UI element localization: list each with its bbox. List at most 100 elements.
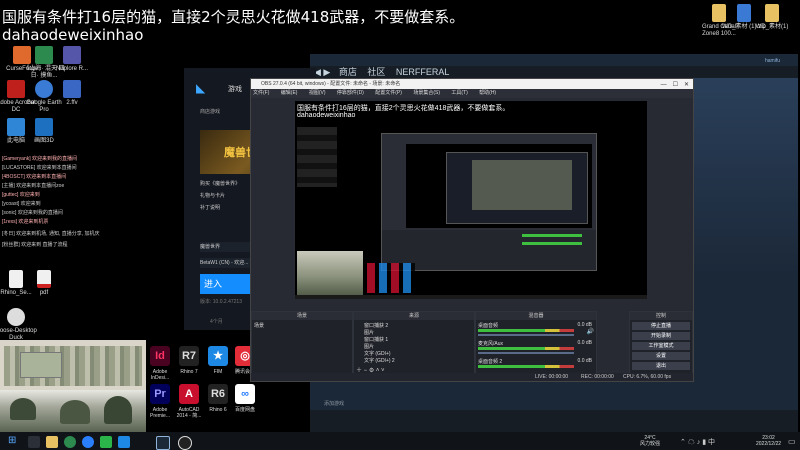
desktop-icon-pdf[interactable]: pdf — [22, 270, 66, 297]
obs-menu-edit[interactable]: 编辑(E) — [281, 90, 298, 96]
paint3d-icon — [35, 118, 53, 136]
obs-menu-view[interactable]: 视图(V) — [309, 90, 326, 96]
preview-desktop-icons — [297, 127, 337, 187]
preview-overlay-line2: dahaodeweixinhao — [297, 112, 356, 119]
mixer-slider[interactable] — [478, 334, 574, 336]
stop-streaming-button[interactable]: 停止直播 — [632, 322, 690, 330]
desktop-icon-2ffv[interactable]: 2.ffv — [50, 80, 94, 107]
app-tile-rhino6[interactable]: R6 Rhino 6 — [203, 384, 233, 413]
edge-icon[interactable] — [82, 436, 94, 448]
file-explorer-icon[interactable] — [46, 436, 58, 448]
source-item[interactable]: 图片 — [364, 343, 374, 350]
mixer-meter — [478, 329, 574, 332]
clock-date: 2022/12/22 — [756, 441, 782, 447]
launcher-sidebar-item[interactable]: 商店游戏 — [200, 108, 220, 115]
steam-back-icon[interactable]: ◀ ▶ — [314, 67, 330, 77]
mixer-channel-db: 0.0 dB — [577, 358, 592, 364]
store-icon[interactable] — [118, 436, 130, 448]
desktop-icon-goose[interactable]: Goose-Desktop Duck — [0, 308, 38, 342]
exit-button[interactable]: 退出 — [632, 362, 690, 370]
goose-icon — [7, 308, 25, 326]
premiere-icon: Pr — [150, 384, 170, 404]
desktop-icon-paint3d[interactable]: 画图3D — [22, 118, 66, 145]
launcher-gift-link[interactable]: 礼物与卡片 — [200, 192, 225, 199]
start-recording-button[interactable]: 开始录制 — [632, 332, 690, 340]
steam-nav-community[interactable]: 社区 — [367, 67, 385, 77]
chat-overlay: [Gameryank] 欢迎来到我的直播间 [LUCASTORE] 欢迎来到本直… — [0, 155, 150, 255]
obs-window-controls[interactable]: — ☐ ✕ — [661, 79, 689, 88]
app-tile-label: Rhino 7 — [180, 369, 198, 375]
rec-time: REC: 00:00:00 — [581, 374, 614, 380]
mixer-channel-name: 麦克风/Aux — [478, 341, 504, 347]
steam-nav-store[interactable]: 商店 — [339, 67, 357, 77]
steam-nav: ◀ ▶ 商店 社区 NERFFERAL — [310, 66, 798, 78]
source-item[interactable]: 文字 (GDI+) — [364, 350, 391, 357]
obs-preview[interactable]: 国服有条件打16层的猫，直接2个灵思火花做418武器，不要做套系。 dahaod… — [295, 101, 647, 299]
app-tile-indesign[interactable]: Id Adobe InDesi... — [145, 346, 175, 381]
app-tile-label: AutoCAD 2014 - 简... — [176, 407, 202, 419]
obs-window: OBS 27.0.4 (64 bit, windows) - 配置文件: 未命名… — [250, 78, 694, 382]
task-view-icon[interactable] — [28, 436, 40, 448]
obs-taskbar-icon[interactable] — [178, 436, 192, 450]
obs-menu-file[interactable]: 文件(F) — [253, 90, 269, 96]
app-tile-autocad[interactable]: A AutoCAD 2014 - 简... — [174, 384, 204, 419]
steam-library-gap — [310, 410, 798, 432]
obs-titlebar: OBS 27.0.4 (64 bit, windows) - 配置文件: 未命名… — [251, 79, 693, 89]
app-tile-rhino7[interactable]: R7 Rhino 7 — [174, 346, 204, 375]
chrome-icon[interactable] — [64, 436, 76, 448]
desktop-icon-wd-folder[interactable]: WD_素材(1) — [750, 4, 794, 31]
tray-icons[interactable]: ⌃ ☁ ♪ ▮ 中 — [680, 437, 715, 447]
source-item[interactable]: 窗口捕获 1 — [364, 336, 388, 343]
obs-mixer-panel: 混音器 桌面音频 0.0 dB 麦克风/Aux 0.0 dB 桌面音频 2 0.… — [475, 311, 597, 375]
obs-menu-profile[interactable]: 配置文件(P) — [375, 90, 402, 96]
controls-panel-title: 控制 — [630, 312, 692, 320]
indesign-icon: Id — [150, 346, 170, 366]
desktop-icon-label: 2.ffv — [66, 100, 78, 106]
obs-menu-tools[interactable]: 工具(T) — [451, 90, 467, 96]
launcher-patch-notes-link[interactable]: 补丁说明 — [200, 204, 220, 211]
app-tile-label: 百度网盘 — [234, 407, 255, 413]
wechat-icon[interactable] — [100, 436, 112, 448]
cloud-icon: ∞ — [235, 384, 255, 404]
source-item[interactable]: 窗口捕获 2 — [364, 322, 388, 329]
clock[interactable]: 23:02 2022/12/22 — [756, 435, 781, 447]
desktop-icon-label: 画图3D — [34, 138, 54, 144]
mixer-channel-db: 0.0 dB — [577, 340, 592, 346]
rhino-icon: R6 — [208, 384, 228, 404]
app-tile-premiere[interactable]: Pr Adobe Premie... — [145, 384, 175, 419]
steam-user[interactable]: hamifu — [765, 58, 780, 64]
folder-icon — [765, 4, 779, 22]
obs-menu-scene-collection[interactable]: 场景集合(S) — [413, 90, 440, 96]
obs-menu-help[interactable]: 帮助(H) — [479, 90, 496, 96]
source-item[interactable]: 文字 (GDI+) 2 — [364, 357, 395, 364]
app-tile-baidu-netdisk[interactable]: ∞ 百度网盘 — [230, 384, 260, 413]
studio-mode-button[interactable]: 工作室模式 — [632, 342, 690, 350]
chat-line: [4BOSCT] 欢迎来到本直播间 — [2, 174, 67, 180]
chat-line: [ycoast] 欢迎来到 — [2, 201, 41, 207]
preview-nested-obs — [381, 133, 597, 271]
desktop-icon-nuplore[interactable]: Nuplore R... — [50, 46, 94, 73]
launcher-footer: 4个月 — [210, 319, 223, 325]
launcher-purchase-link[interactable]: 购买《魔兽世界》 — [200, 180, 240, 187]
steam-add-game-link[interactable]: 添加游戏 — [324, 400, 344, 407]
chat-line: [1rexs] 欢迎来到机票 — [2, 219, 49, 225]
scene-item[interactable]: 场景 — [254, 322, 264, 329]
sources-panel-title: 来源 — [354, 312, 474, 320]
steam-taskbar-icon[interactable] — [156, 436, 170, 450]
mixer-slider[interactable] — [478, 352, 574, 354]
obs-menubar: 文件(F) 编辑(E) 视图(V) 停靠部件(D) 配置文件(P) 场景集合(S… — [251, 89, 693, 98]
weather-widget[interactable]: 24°C 风力较强 — [640, 435, 660, 447]
desktop-icon-label: pdf — [39, 290, 49, 296]
speaker-icon[interactable]: 🔊 — [587, 328, 594, 335]
chat-line: [粉丝群] 欢迎来到 直播了流程 — [2, 242, 68, 248]
launcher-brand[interactable]: 游戏 — [228, 84, 242, 94]
start-button[interactable]: ⊞ — [8, 436, 18, 446]
overlay-text-line1: 国服有条件打16层的猫，直接2个灵思火花做418武器，不要做套系。 — [2, 8, 465, 26]
app-tile-fim[interactable]: ★ FIM — [203, 346, 233, 375]
notification-icon[interactable]: ▭ — [788, 437, 796, 446]
obs-menu-docks[interactable]: 停靠部件(D) — [337, 90, 364, 96]
source-item[interactable]: 图片 — [364, 329, 374, 336]
app-tile-label: Rhino 6 — [209, 407, 227, 413]
steam-nav-profile[interactable]: NERFFERAL — [396, 67, 450, 77]
settings-button[interactable]: 设置 — [632, 352, 690, 360]
